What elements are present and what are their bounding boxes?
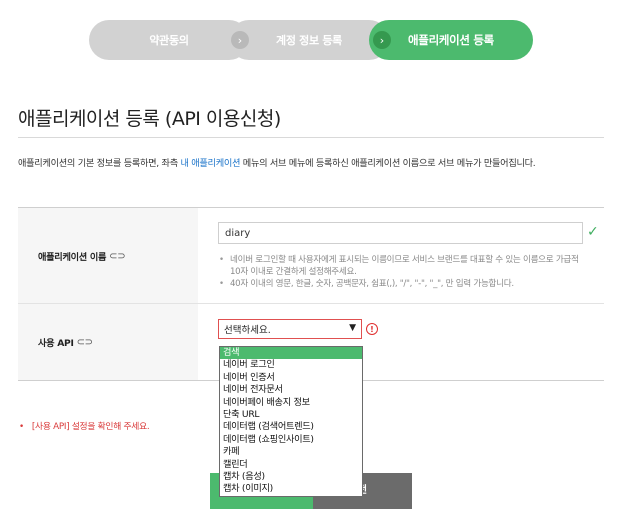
- api-select-value: 선택하세요.: [224, 325, 271, 336]
- hint-item: 40자 이내의 영문, 한글, 숫자, 공백문자, 쉼표(,), "/", "-…: [219, 278, 589, 290]
- error-bullet: •: [19, 422, 24, 432]
- warning-icon: !: [366, 323, 378, 335]
- label-column: [18, 208, 198, 380]
- step-account-info: 계정 정보 등록: [229, 20, 389, 60]
- step-progress: 약관동의 계정 정보 등록 애플리케이션 등록 › ›: [89, 20, 533, 60]
- api-option[interactable]: 캡차 (이미지): [220, 483, 362, 495]
- api-option[interactable]: 네이버 인증서: [220, 372, 362, 384]
- hint-item: 네이버 로그인할 때 사용자에게 표시되는 이름이므로 서비스 브랜드를 대표할…: [219, 254, 589, 278]
- api-option[interactable]: 카페: [220, 446, 362, 458]
- description-prefix: 애플리케이션의 기본 정보를 등록하면, 좌측: [18, 158, 181, 169]
- link-icon[interactable]: ⊂⊃: [109, 251, 125, 262]
- title-divider: [18, 137, 604, 138]
- description-suffix: 메뉴의 서브 메뉴에 등록하신 애플리케이션 이름으로 서브 메뉴가 만들어집니…: [240, 158, 536, 169]
- check-icon: ✓: [587, 224, 599, 240]
- api-option[interactable]: 네이버 로그인: [220, 359, 362, 371]
- error-text: [사용 API] 설정을 확인해 주세요.: [31, 422, 150, 432]
- api-option[interactable]: 네이버페이 배송지 정보: [220, 397, 362, 409]
- app-name-label: 애플리케이션 이름 ⊂⊃: [38, 249, 126, 264]
- api-select[interactable]: 선택하세요. ▼: [218, 319, 362, 339]
- api-option[interactable]: 데이터랩 (쇼핑인사이트): [220, 434, 362, 446]
- api-option[interactable]: 네이버 전자문서: [220, 384, 362, 396]
- my-applications-link[interactable]: 내 애플리케이션: [180, 158, 240, 169]
- api-option[interactable]: 검색: [220, 347, 362, 360]
- link-icon[interactable]: ⊂⊃: [77, 337, 93, 348]
- app-name-input[interactable]: [218, 222, 583, 244]
- api-option[interactable]: 데이터랩 (검색어트렌드): [220, 421, 362, 433]
- api-option[interactable]: 캘린더: [220, 459, 362, 471]
- step-app-registration: 애플리케이션 등록: [369, 20, 533, 60]
- step-terms-agreement: 약관동의: [89, 20, 249, 60]
- api-label: 사용 API ⊂⊃: [38, 335, 93, 350]
- api-option[interactable]: 캡차 (음성): [220, 471, 362, 483]
- app-name-hints: 네이버 로그인할 때 사용자에게 표시되는 이름이므로 서비스 브랜드를 대표할…: [219, 254, 589, 290]
- api-option[interactable]: 단축 URL: [220, 409, 362, 421]
- error-message: • [사용 API] 설정을 확인해 주세요.: [19, 419, 150, 432]
- page-description: 애플리케이션의 기본 정보를 등록하면, 좌측 내 애플리케이션 메뉴의 서브 …: [18, 154, 608, 173]
- chevron-right-icon: ›: [373, 31, 391, 49]
- page-title: 애플리케이션 등록 (API 이용신청): [18, 108, 281, 130]
- api-label-text: 사용 API: [38, 338, 74, 349]
- app-name-label-text: 애플리케이션 이름: [38, 252, 107, 263]
- row-divider: [18, 303, 604, 304]
- chevron-right-icon: ›: [231, 31, 249, 49]
- caret-down-icon: ▼: [349, 323, 356, 333]
- api-dropdown-list[interactable]: 검색 네이버 로그인 네이버 인증서 네이버 전자문서 네이버페이 배송지 정보…: [219, 346, 363, 497]
